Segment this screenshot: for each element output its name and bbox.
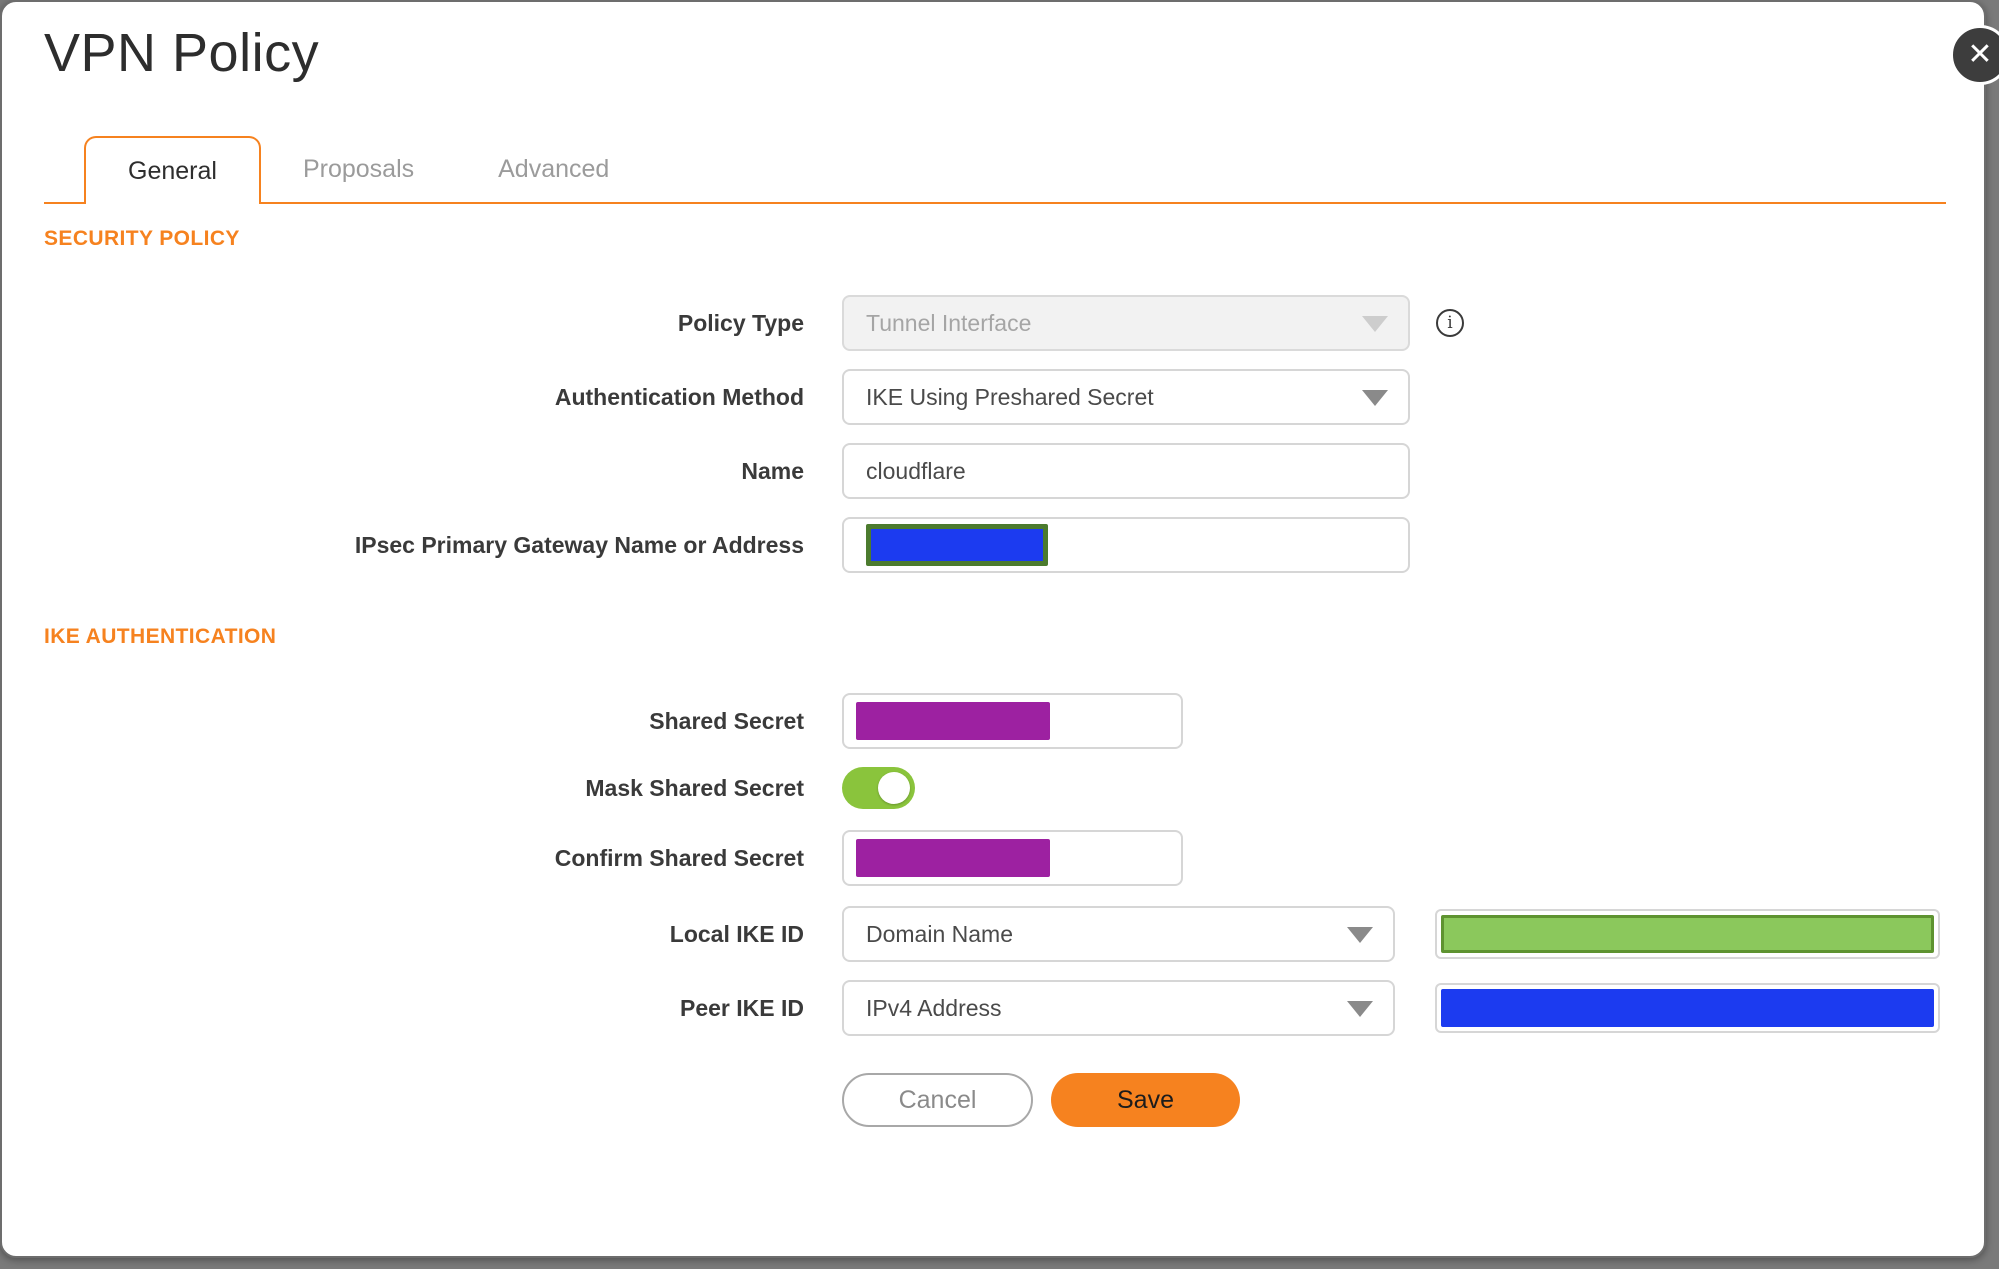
local-ike-id-row: Local IKE ID Domain Name: [44, 906, 1946, 962]
policy-type-row: Policy Type Tunnel Interface i: [44, 295, 1946, 351]
info-icon[interactable]: i: [1436, 309, 1464, 337]
gateway-label: IPsec Primary Gateway Name or Address: [354, 531, 804, 558]
name-label: Name: [741, 457, 804, 484]
local-ike-id-input[interactable]: [1435, 909, 1940, 959]
peer-ike-id-row: Peer IKE ID IPv4 Address: [44, 980, 1946, 1036]
authentication-method-select[interactable]: IKE Using Preshared Secret: [842, 369, 1410, 425]
tab-bar: General Proposals Advanced: [44, 136, 1946, 204]
section-heading-ike-authentication: IKE AUTHENTICATION: [44, 625, 277, 648]
policy-type-value: Tunnel Interface: [866, 309, 1032, 336]
gateway-row: IPsec Primary Gateway Name or Address: [44, 517, 1946, 573]
confirm-shared-secret-redacted-value: [856, 839, 1050, 877]
vpn-policy-dialog: VPN Policy General Proposals Advanced SE…: [0, 0, 1986, 1258]
peer-ike-id-select[interactable]: IPv4 Address: [842, 980, 1395, 1036]
shared-secret-row: Shared Secret: [44, 693, 1946, 749]
local-ike-id-type-value: Domain Name: [866, 920, 1013, 947]
authentication-method-row: Authentication Method IKE Using Preshare…: [44, 369, 1946, 425]
gateway-input[interactable]: [842, 517, 1410, 573]
peer-ike-id-type-value: IPv4 Address: [866, 994, 1002, 1021]
toggle-knob: [878, 772, 910, 804]
dialog-title: VPN Policy: [44, 23, 320, 83]
peer-ike-id-label: Peer IKE ID: [680, 994, 804, 1021]
shared-secret-label: Shared Secret: [649, 707, 804, 734]
shared-secret-redacted-value: [856, 702, 1050, 740]
ike-authentication-form: Shared Secret Mask Shared Secret Confirm…: [44, 693, 1946, 1036]
cancel-button[interactable]: Cancel: [842, 1073, 1033, 1127]
close-icon: ✕: [1967, 37, 1993, 72]
section-heading-security-policy: SECURITY POLICY: [44, 227, 240, 250]
local-ike-id-select[interactable]: Domain Name: [842, 906, 1395, 962]
name-input[interactable]: cloudflare: [842, 443, 1410, 499]
name-value: cloudflare: [866, 457, 966, 484]
save-button[interactable]: Save: [1051, 1073, 1240, 1127]
policy-type-select: Tunnel Interface: [842, 295, 1410, 351]
name-row: Name cloudflare: [44, 443, 1946, 499]
chevron-down-icon: [1362, 390, 1388, 406]
chevron-down-icon: [1347, 927, 1373, 943]
confirm-shared-secret-label: Confirm Shared Secret: [554, 844, 804, 871]
shared-secret-input[interactable]: [842, 693, 1183, 749]
tab-advanced[interactable]: Advanced: [456, 136, 651, 202]
mask-shared-secret-row: Mask Shared Secret: [44, 767, 1946, 809]
mask-shared-secret-label: Mask Shared Secret: [585, 774, 804, 801]
confirm-shared-secret-input[interactable]: [842, 830, 1183, 886]
security-policy-form: Policy Type Tunnel Interface i Authentic…: [44, 295, 1946, 573]
dialog-actions: Cancel Save: [842, 1073, 1946, 1127]
peer-ike-id-redacted-value: [1441, 989, 1934, 1027]
local-ike-id-label: Local IKE ID: [669, 920, 804, 947]
authentication-method-value: IKE Using Preshared Secret: [866, 383, 1154, 410]
chevron-down-icon: [1362, 316, 1388, 332]
tab-general[interactable]: General: [84, 136, 261, 204]
local-ike-id-redacted-value: [1441, 915, 1934, 953]
peer-ike-id-input[interactable]: [1435, 983, 1940, 1033]
authentication-method-label: Authentication Method: [554, 383, 804, 410]
gateway-redacted-value: [866, 524, 1048, 566]
policy-type-label: Policy Type: [677, 309, 804, 336]
confirm-shared-secret-row: Confirm Shared Secret: [44, 830, 1946, 886]
screen: VPN Policy General Proposals Advanced SE…: [0, 0, 1999, 1269]
tab-proposals[interactable]: Proposals: [261, 136, 456, 202]
chevron-down-icon: [1347, 1001, 1373, 1017]
mask-shared-secret-toggle[interactable]: [842, 767, 915, 809]
